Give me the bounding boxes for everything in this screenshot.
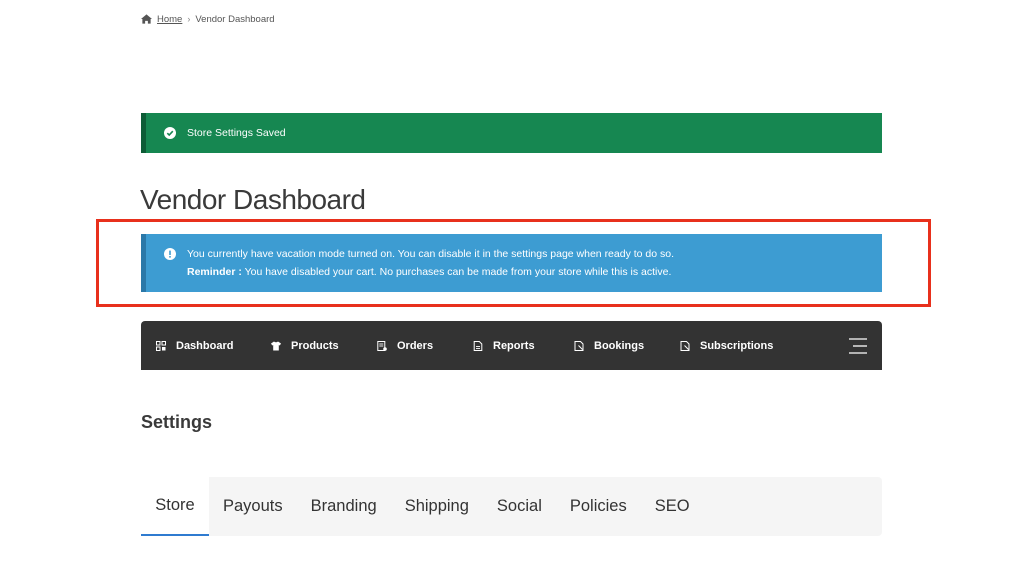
tab-seo[interactable]: SEO [641, 477, 704, 536]
check-circle-icon [164, 127, 176, 139]
tab-policies[interactable]: Policies [556, 477, 641, 536]
settings-title: Settings [141, 412, 213, 432]
breadcrumb-separator: › [187, 14, 191, 24]
page-title: Vendor Dashboard [140, 184, 366, 215]
reports-icon [473, 340, 483, 351]
nav-item-subscriptions[interactable]: Subscriptions [680, 340, 830, 352]
settings-tabs: Store Payouts Branding Shipping Social P… [141, 477, 882, 536]
home-icon [141, 14, 152, 24]
nav-item-orders[interactable]: Orders [377, 340, 473, 352]
tab-branding[interactable]: Branding [297, 477, 391, 536]
bookings-icon [574, 340, 584, 351]
nav-item-products[interactable]: Products [271, 340, 377, 352]
subscriptions-icon [680, 340, 690, 351]
shirt-icon [271, 341, 281, 350]
nav-item-dashboard[interactable]: Dashboard [156, 340, 271, 352]
nav-label: Subscriptions [700, 339, 774, 352]
hamburger-icon[interactable] [849, 338, 867, 354]
breadcrumb: Home › Vendor Dashboard [141, 12, 275, 26]
highlight-box [96, 219, 931, 307]
nav-item-reports[interactable]: Reports [473, 340, 574, 352]
nav-label: Reports [493, 339, 535, 352]
success-notice: Store Settings Saved [141, 113, 882, 153]
nav-label: Products [291, 339, 339, 352]
vendor-nav: Dashboard Products Orders Reports Bookin… [141, 321, 882, 370]
success-message: Store Settings Saved [187, 127, 286, 139]
nav-label: Dashboard [176, 339, 234, 352]
dashboard-icon [156, 340, 166, 351]
breadcrumb-current: Vendor Dashboard [195, 13, 275, 25]
tab-social[interactable]: Social [483, 477, 556, 536]
breadcrumb-home-link[interactable]: Home [157, 14, 182, 25]
nav-item-bookings[interactable]: Bookings [574, 340, 680, 352]
nav-label: Bookings [594, 339, 645, 352]
tab-payouts[interactable]: Payouts [209, 477, 297, 536]
nav-label: Orders [397, 339, 434, 352]
tab-store[interactable]: Store [141, 477, 209, 536]
tab-shipping[interactable]: Shipping [391, 477, 483, 536]
orders-icon [377, 340, 387, 351]
